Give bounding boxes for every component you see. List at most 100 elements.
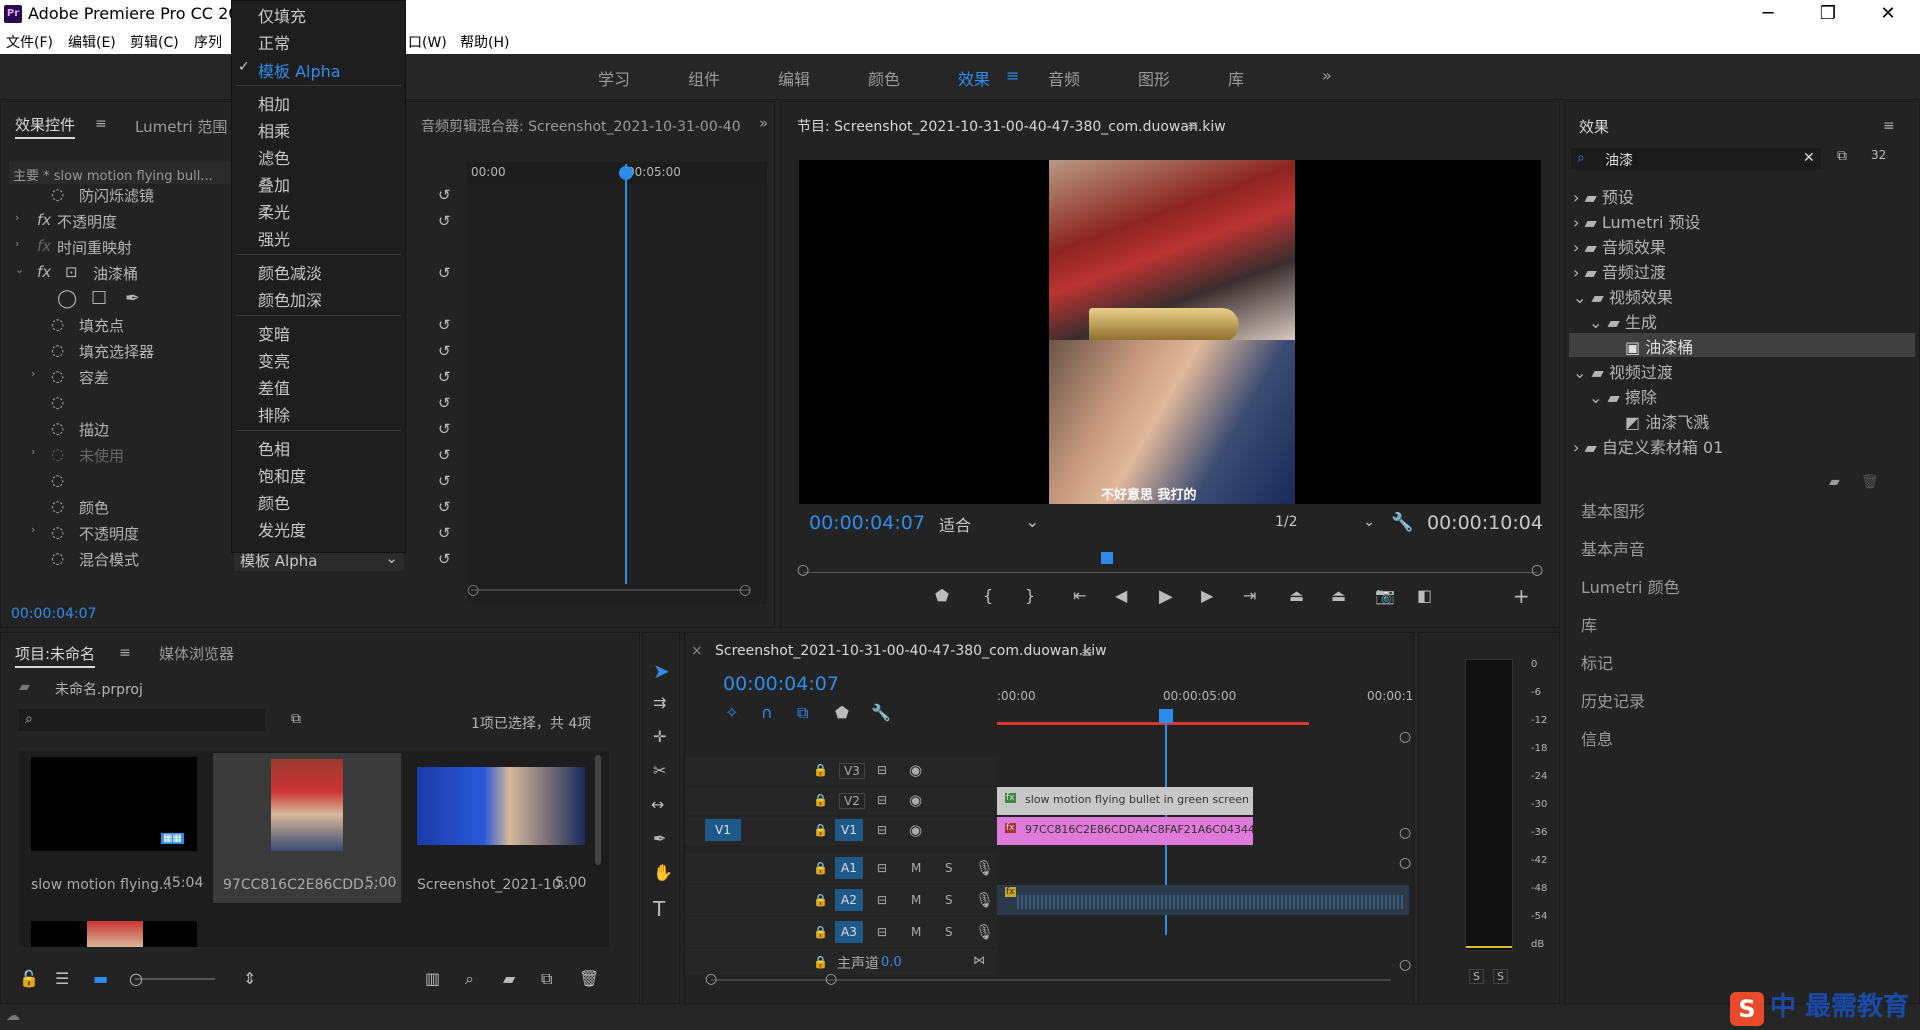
close-icon[interactable]: × xyxy=(691,643,703,659)
solo-button[interactable]: S xyxy=(945,893,953,907)
video-viewer[interactable]: 不好意思 我打的 xyxy=(799,160,1541,504)
rectangle-mask-icon[interactable]: ☐ xyxy=(91,288,107,309)
panel-menu-icon[interactable]: ≡ xyxy=(1883,118,1895,134)
project-item[interactable]: Screenshot_2021-10... 5:00 xyxy=(407,753,593,903)
dropdown-item[interactable]: 变暗 xyxy=(258,321,290,345)
reset-icon[interactable]: ↺ xyxy=(438,420,451,438)
dropdown-item[interactable]: 叠加 xyxy=(258,172,290,196)
reset-icon[interactable]: ↺ xyxy=(438,368,451,386)
quality-select[interactable]: 1/2 ⌄ xyxy=(1275,514,1375,536)
panel-menu-icon[interactable]: ≡ xyxy=(119,645,131,661)
sync-lock-icon[interactable]: ⊟ xyxy=(877,893,887,907)
workspace-audio[interactable]: 音频 xyxy=(1048,66,1080,90)
panel-menu-icon[interactable]: ≡ xyxy=(1187,118,1199,134)
stopwatch-icon[interactable]: ◌ xyxy=(51,315,64,333)
zoom-handle-icon[interactable]: ○ xyxy=(467,582,479,598)
new-item-icon[interactable]: ⧉ xyxy=(541,969,552,989)
folder-video-transitions[interactable]: ⌄ ▰ 视频过渡 xyxy=(1573,359,1673,383)
panel-link-markers[interactable]: 标记 xyxy=(1581,650,1613,674)
folder-wipe[interactable]: ⌄ ▰ 擦除 xyxy=(1589,384,1657,408)
reset-icon[interactable]: ↺ xyxy=(438,186,451,204)
mute-button[interactable]: M xyxy=(911,925,921,939)
pen-mask-icon[interactable]: ✒ xyxy=(125,288,140,309)
panel-link-lumetri-color[interactable]: Lumetri 颜色 xyxy=(1581,574,1680,598)
zoom-handle-icon[interactable]: ○ xyxy=(739,582,751,598)
tab-project[interactable]: 项目:未命名 xyxy=(15,643,96,668)
lock-icon[interactable]: 🔒 xyxy=(813,861,828,875)
automate-to-sequence-icon[interactable]: ▥ xyxy=(425,969,440,988)
program-timecode[interactable]: 00:00:04:07 xyxy=(809,512,925,534)
lock-icon[interactable]: 🔒 xyxy=(813,793,828,807)
delete-icon[interactable]: 🗑 xyxy=(1861,474,1879,490)
track-label-v3[interactable]: V3 xyxy=(839,763,865,779)
timeline-zoom-bar[interactable] xyxy=(711,979,1391,981)
ripple-edit-tool-icon[interactable]: ✛ xyxy=(653,727,666,746)
program-title[interactable]: 节目: Screenshot_2021-10-31-00-40-47-380_c… xyxy=(797,116,1226,136)
track-label-a1[interactable]: A1 xyxy=(835,857,863,879)
ec-playhead-handle[interactable] xyxy=(619,166,633,180)
timeline-title[interactable]: Screenshot_2021-10-31-00-40-47-380_com.d… xyxy=(715,643,1107,659)
stopwatch-icon[interactable]: ◌ xyxy=(51,367,64,385)
expand-icon[interactable]: › xyxy=(15,237,19,250)
thumbnail-size-slider[interactable] xyxy=(135,978,215,980)
dropdown-item-selected[interactable]: 模板 Alpha xyxy=(258,58,341,82)
reset-icon[interactable]: ↺ xyxy=(438,498,451,516)
workspace-menu-icon[interactable]: ≡ xyxy=(1006,66,1019,85)
expand-icon[interactable]: › xyxy=(31,523,35,536)
lock-icon[interactable]: 🔒 xyxy=(813,893,828,907)
stopwatch-icon[interactable]: ◌ xyxy=(51,523,64,541)
scrub-end-icon[interactable]: ○ xyxy=(1531,562,1543,578)
selection-tool-icon[interactable]: ➤ xyxy=(653,659,670,683)
linked-selection-icon[interactable]: ⧉ xyxy=(797,703,808,723)
microphone-icon[interactable]: 🎙 xyxy=(975,923,994,941)
workspace-learn[interactable]: 学习 xyxy=(598,66,630,90)
workspace-color[interactable]: 颜色 xyxy=(868,66,900,90)
source-patch-v1[interactable]: V1 xyxy=(705,819,741,841)
nest-icon[interactable]: ✧ xyxy=(725,703,738,722)
folder-custom-bin[interactable]: › ▰ 自定义素材箱 01 xyxy=(1573,434,1723,458)
stopwatch-icon[interactable]: ◌ xyxy=(51,549,64,567)
mute-button[interactable]: M xyxy=(911,861,921,875)
folder-audio-effects[interactable]: › ▰ 音频效果 xyxy=(1573,234,1666,258)
dropdown-item[interactable]: 颜色减淡 xyxy=(258,260,322,284)
eye-icon[interactable]: ◉ xyxy=(909,761,922,779)
clear-search-icon[interactable]: ✕ xyxy=(1803,150,1815,166)
project-scrollbar[interactable] xyxy=(595,755,601,865)
slip-tool-icon[interactable]: ↔ xyxy=(651,795,664,814)
dropdown-item[interactable]: 强光 xyxy=(258,226,290,250)
eye-icon[interactable]: ◉ xyxy=(909,821,922,839)
dropdown-item[interactable]: 饱和度 xyxy=(258,463,306,487)
mute-button[interactable]: M xyxy=(911,893,921,907)
scroll-handle-icon[interactable]: ○ xyxy=(1399,729,1411,745)
panel-link-history[interactable]: 历史记录 xyxy=(1581,688,1645,712)
fit-select[interactable]: 适合 ⌄ xyxy=(939,512,1039,535)
lock-icon[interactable]: 🔓 xyxy=(19,969,39,988)
reset-icon[interactable]: ↺ xyxy=(438,524,451,542)
lift-icon[interactable]: ⏏ xyxy=(1289,586,1304,605)
solo-button[interactable]: S xyxy=(945,861,953,875)
track-label-v2[interactable]: V2 xyxy=(839,793,865,809)
workspace-graphics[interactable]: 图形 xyxy=(1138,66,1170,90)
folder-lumetri-presets[interactable]: › ▰ Lumetri 预设 xyxy=(1573,209,1701,233)
type-tool-icon[interactable]: T xyxy=(653,897,665,921)
menu-help[interactable]: 帮助(H) xyxy=(460,32,509,52)
step-back-icon[interactable]: ◀ xyxy=(1115,586,1127,605)
transition-paint-splatter[interactable]: ◩ 油漆飞溅 xyxy=(1625,409,1709,433)
work-area-bar[interactable] xyxy=(997,722,1309,725)
dropdown-item[interactable]: 正常 xyxy=(258,30,290,54)
track-label-a3[interactable]: A3 xyxy=(835,921,863,943)
thumbnail-partial[interactable] xyxy=(31,921,197,947)
scroll-handle-icon[interactable]: ○ xyxy=(1399,855,1411,871)
effects-search[interactable]: ⌕ 油漆 ✕ xyxy=(1571,148,1821,170)
stopwatch-icon[interactable]: ◌ xyxy=(51,497,64,515)
ellipse-mask-icon[interactable]: ◯ xyxy=(57,288,77,309)
sync-lock-icon[interactable]: ⊟ xyxy=(877,823,887,837)
dropdown-item[interactable]: 差值 xyxy=(258,375,290,399)
clip-a2-audio[interactable]: fx xyxy=(997,885,1409,915)
menu-window[interactable]: 口(W) xyxy=(408,32,447,52)
icon-view-icon[interactable]: ▬ xyxy=(93,969,108,988)
panel-more-icon[interactable]: » xyxy=(759,114,768,132)
reset-icon[interactable]: ↺ xyxy=(438,212,451,230)
settings-wrench-icon[interactable]: 🔧 xyxy=(871,703,891,722)
sync-lock-icon[interactable]: ⊟ xyxy=(877,763,887,777)
